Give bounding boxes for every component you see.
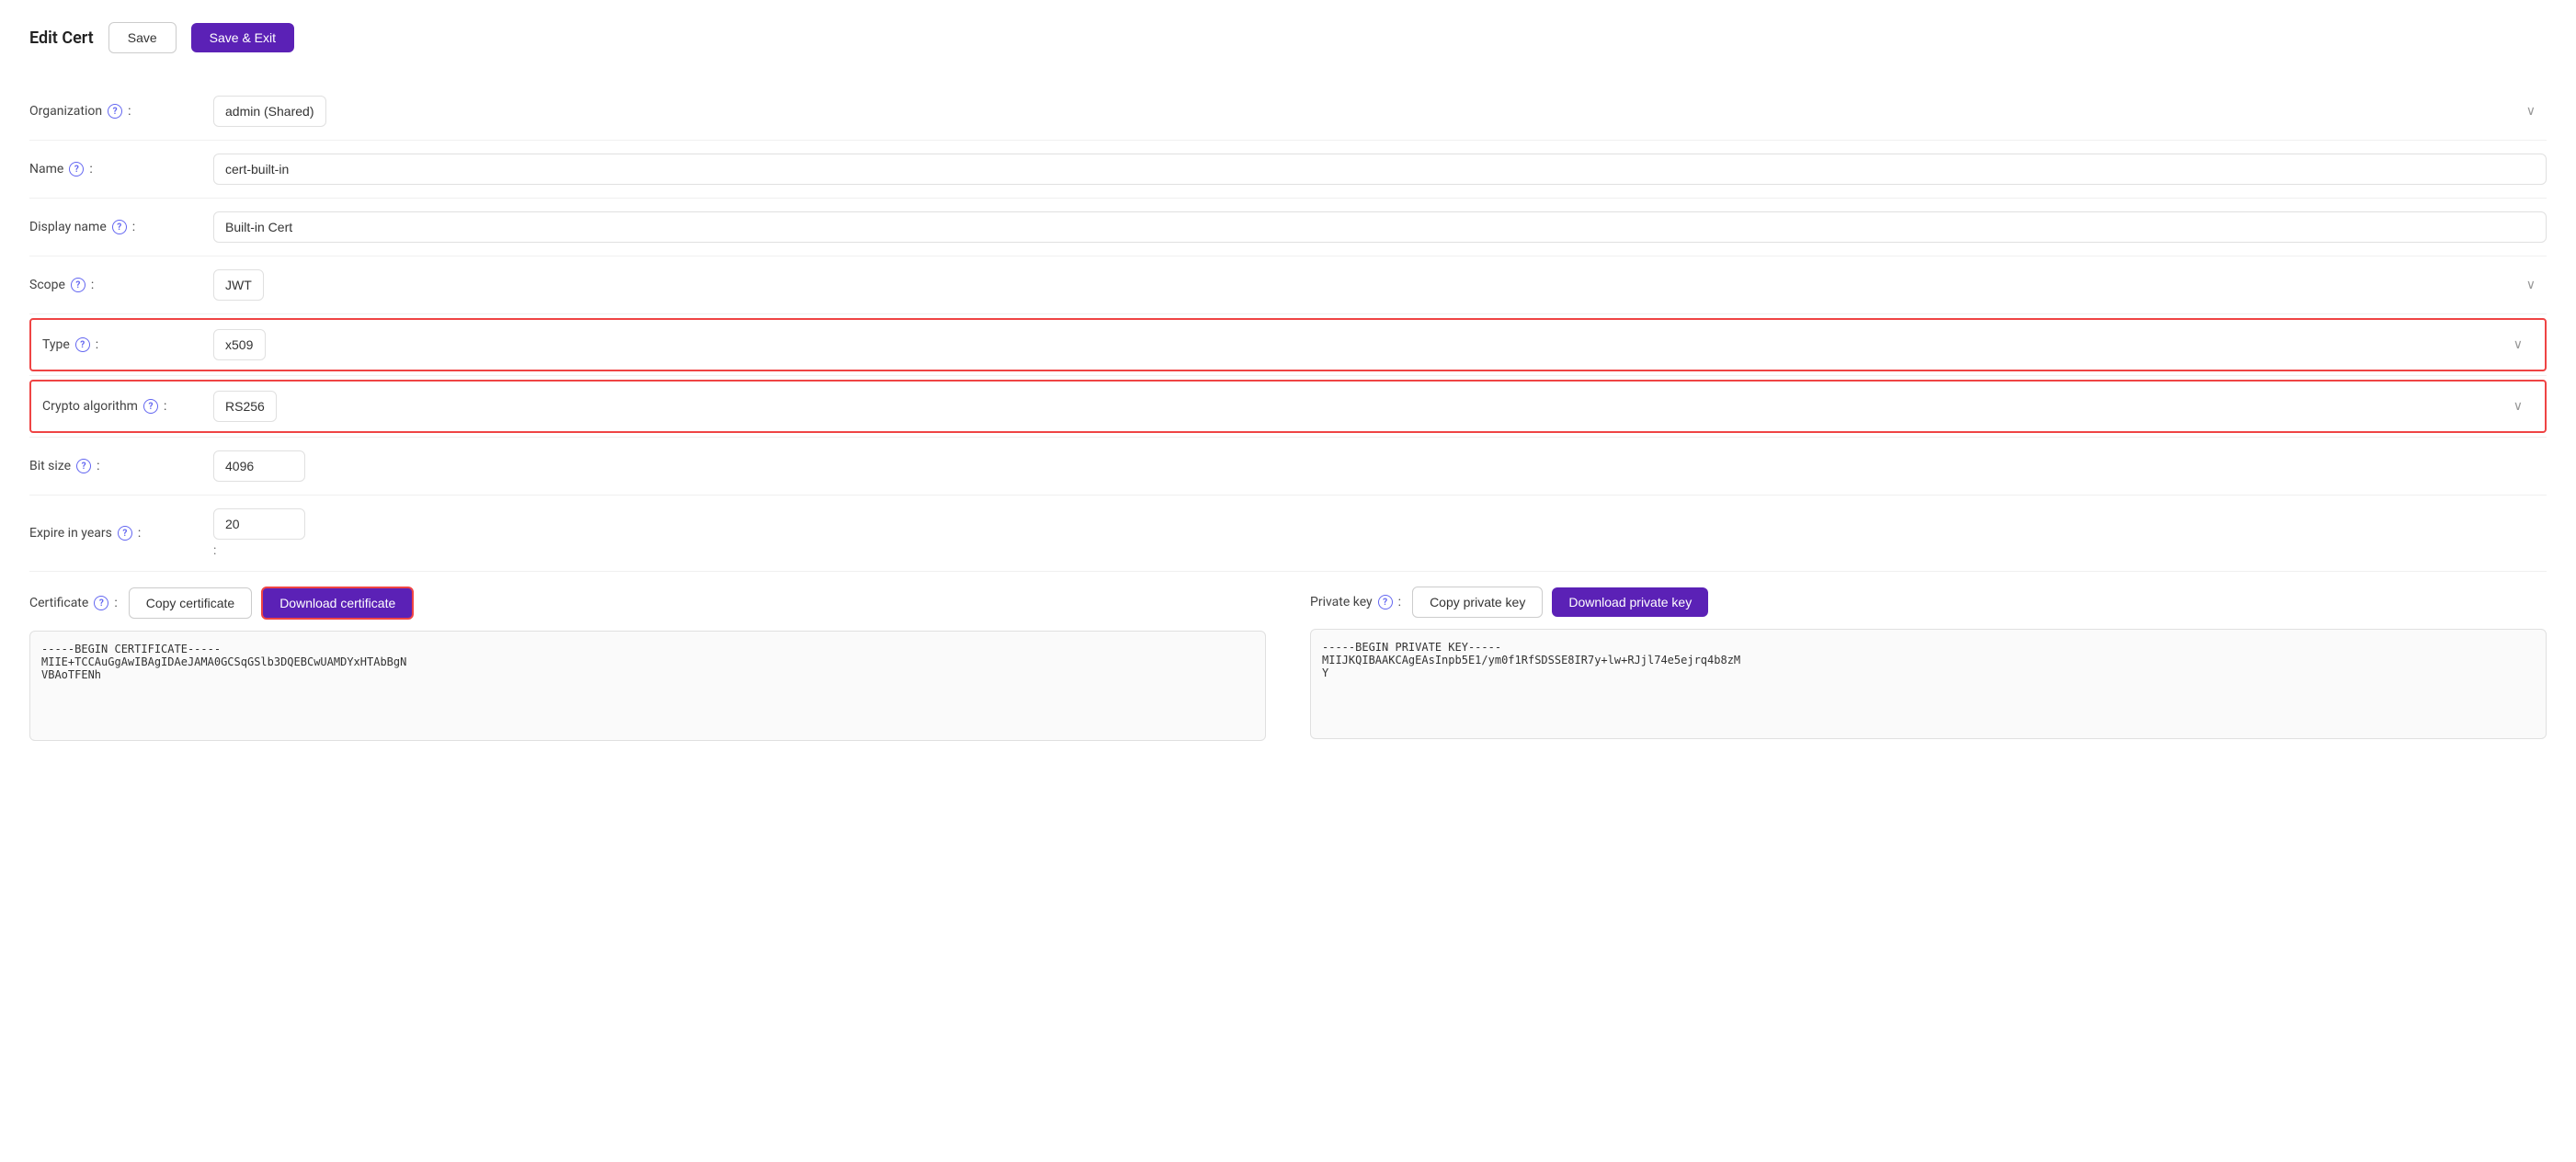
crypto-select-wrapper: RS256: [213, 391, 2534, 422]
form-section: Organization ? : admin (Shared) Name ? :…: [29, 83, 2547, 759]
certificate-label: Certificate ? :: [29, 596, 118, 610]
expire-label: Expire in years ? :: [29, 526, 213, 541]
save-exit-button[interactable]: Save & Exit: [191, 23, 294, 52]
display-name-help-icon[interactable]: ?: [112, 220, 127, 234]
certificate-label-row: Certificate ? : Copy certificate Downloa…: [29, 587, 1266, 620]
organization-help-icon[interactable]: ?: [108, 104, 122, 119]
crypto-row: Crypto algorithm ? : RS256: [29, 376, 2547, 438]
cert-section: Certificate ? : Copy certificate Downloa…: [29, 572, 2547, 759]
display-name-label: Display name ? :: [29, 220, 213, 234]
download-private-key-button[interactable]: Download private key: [1552, 587, 1708, 617]
crypto-select[interactable]: RS256: [213, 391, 277, 422]
download-certificate-button[interactable]: Download certificate: [261, 587, 414, 620]
save-button[interactable]: Save: [108, 22, 177, 53]
name-help-icon[interactable]: ?: [69, 162, 84, 177]
scope-help-icon[interactable]: ?: [71, 278, 85, 292]
certificate-buttons: Copy certificate Download certificate: [129, 587, 415, 620]
header: Edit Cert Save Save & Exit: [29, 22, 2547, 53]
scope-label: Scope ? :: [29, 278, 213, 292]
expire-colon: :: [213, 543, 305, 558]
type-highlighted-wrapper: Type ? : x509: [29, 318, 2547, 371]
private-key-label: Private key ? :: [1310, 595, 1401, 609]
certificate-column: Certificate ? : Copy certificate Downloa…: [29, 587, 1266, 745]
expire-input[interactable]: [213, 508, 305, 540]
bit-size-help-icon[interactable]: ?: [76, 459, 91, 473]
bit-size-label: Bit size ? :: [29, 459, 213, 473]
crypto-highlighted-wrapper: Crypto algorithm ? : RS256: [29, 380, 2547, 433]
scope-select[interactable]: JWT: [213, 269, 264, 301]
expire-help-icon[interactable]: ?: [118, 526, 132, 541]
name-label: Name ? :: [29, 162, 213, 177]
crypto-label: Crypto algorithm ? :: [42, 399, 213, 414]
display-name-input[interactable]: [213, 211, 2547, 243]
bit-size-row: Bit size ? :: [29, 438, 2547, 496]
page-title: Edit Cert: [29, 28, 94, 48]
copy-private-key-button[interactable]: Copy private key: [1412, 587, 1543, 618]
type-label: Type ? :: [42, 337, 213, 352]
organization-select[interactable]: admin (Shared): [213, 96, 326, 127]
type-select-wrapper: x509: [213, 329, 2534, 360]
organization-row: Organization ? : admin (Shared): [29, 83, 2547, 141]
certificate-help-icon[interactable]: ?: [94, 596, 108, 610]
private-key-help-icon[interactable]: ?: [1378, 595, 1393, 609]
type-help-icon[interactable]: ?: [75, 337, 90, 352]
expire-inputs-wrapper: :: [213, 508, 305, 558]
organization-select-wrapper: admin (Shared): [213, 96, 2547, 127]
copy-certificate-button[interactable]: Copy certificate: [129, 587, 252, 619]
type-row: Type ? : x509: [29, 314, 2547, 376]
display-name-row: Display name ? :: [29, 199, 2547, 256]
private-key-label-row: Private key ? : Copy private key Downloa…: [1310, 587, 2547, 618]
scope-select-wrapper: JWT: [213, 269, 2547, 301]
certificate-textarea[interactable]: [29, 631, 1266, 741]
crypto-help-icon[interactable]: ?: [143, 399, 158, 414]
private-key-textarea[interactable]: [1310, 629, 2547, 739]
name-input[interactable]: [213, 154, 2547, 185]
page: Edit Cert Save Save & Exit Organization …: [0, 0, 2576, 1162]
organization-label: Organization ? :: [29, 104, 213, 119]
private-key-column: Private key ? : Copy private key Downloa…: [1310, 587, 2547, 745]
scope-row: Scope ? : JWT: [29, 256, 2547, 314]
name-row: Name ? :: [29, 141, 2547, 199]
bit-size-input[interactable]: [213, 450, 305, 482]
private-key-buttons: Copy private key Download private key: [1412, 587, 1708, 618]
expire-row: Expire in years ? : :: [29, 496, 2547, 572]
type-select[interactable]: x509: [213, 329, 266, 360]
